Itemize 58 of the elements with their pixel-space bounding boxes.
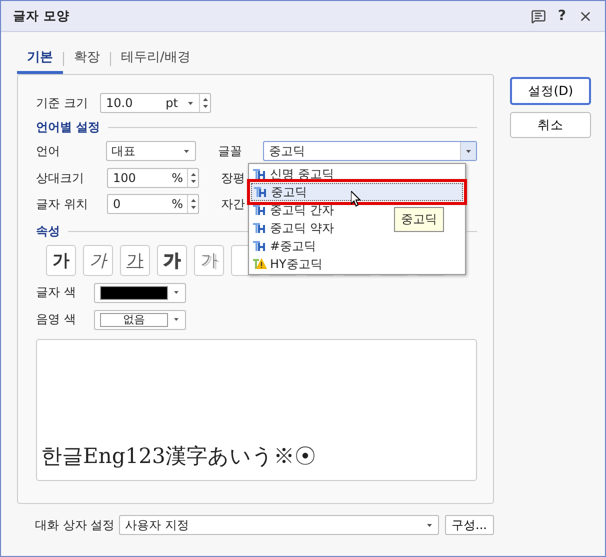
dialog-setting-dropdown[interactable]: 사용자 지정 [119,515,439,535]
attribute-button[interactable]: 가 [120,244,150,276]
font-list-item[interactable]: 중고딕 간자 [251,201,336,219]
field-label: 글자 색 [36,284,77,301]
shade-color-dropdown[interactable]: 없음 [94,310,186,330]
comment-icon[interactable] [530,8,546,24]
font-list-item[interactable]: #중고딕 [251,237,318,255]
attribute-button[interactable]: 가 [194,244,224,276]
font-list-item[interactable]: HY중고딕 [251,255,324,273]
field-label: 기준 크기 [36,94,89,112]
field-label: 언어 [36,142,61,160]
position-field[interactable]: 0 % [107,194,199,214]
truetype-font-icon [253,240,267,252]
font-list-item[interactable]: 중고딕 약자 [251,219,336,237]
field-label: 글꼴 [218,142,243,160]
window-title: 글자 모양 [13,8,70,24]
attribute-button[interactable]: 가 [157,244,187,276]
configure-button[interactable]: 구성... [444,515,494,535]
dialog-button[interactable]: 취소 [510,112,591,138]
unit-label: % [172,197,184,211]
truetype-font-icon [253,168,267,180]
caret-icon[interactable] [174,318,179,321]
attribute-button[interactable]: 가 [46,244,76,276]
relative-size-field[interactable]: 100 % [107,168,199,188]
size-field[interactable]: 10.0 pt [100,93,211,113]
language-dropdown[interactable]: 대표 [106,141,196,161]
caret-icon[interactable] [184,150,189,152]
tab[interactable]: 확장 [64,44,110,74]
font-dropdown[interactable]: 중고딕 [263,141,477,161]
font-name-tooltip: 중고딕 [394,207,444,232]
spin-arrows-icon[interactable] [202,97,208,109]
truetype-font-icon [253,204,267,216]
field-label: 자간 [221,196,246,212]
dialog-button[interactable]: 설정(D) [510,77,591,105]
section-title: 언어별 설정 [36,118,100,136]
help-button[interactable]: ? [558,8,566,24]
unit-label: % [172,171,184,185]
field-label: 글자 위치 [36,196,89,212]
truetype-font-icon [253,222,267,234]
caret-icon[interactable] [174,291,179,294]
field-label: 상대크기 [36,170,85,186]
field-label: 대화 상자 설정 [35,516,113,534]
unit-label: pt [166,96,179,110]
preview-text: 한글Eng123漢字あいう※☉ [41,443,316,470]
caret-icon[interactable] [188,102,193,104]
section-title: 속성 [36,222,60,240]
tab[interactable]: 테두리/배경 [111,44,200,74]
mouse-cursor-icon [351,191,362,207]
attribute-button[interactable]: 가 [83,244,113,276]
warning-font-icon [253,258,267,270]
field-label: 음영 색 [36,311,77,328]
field-label: 장평 [221,170,246,186]
spin-arrows-icon[interactable] [190,172,196,184]
caret-icon[interactable] [466,150,471,152]
spin-arrows-icon[interactable] [190,198,196,210]
truetype-font-icon [254,186,268,198]
text-color-dropdown[interactable] [94,282,186,302]
caret-icon[interactable] [426,524,432,526]
